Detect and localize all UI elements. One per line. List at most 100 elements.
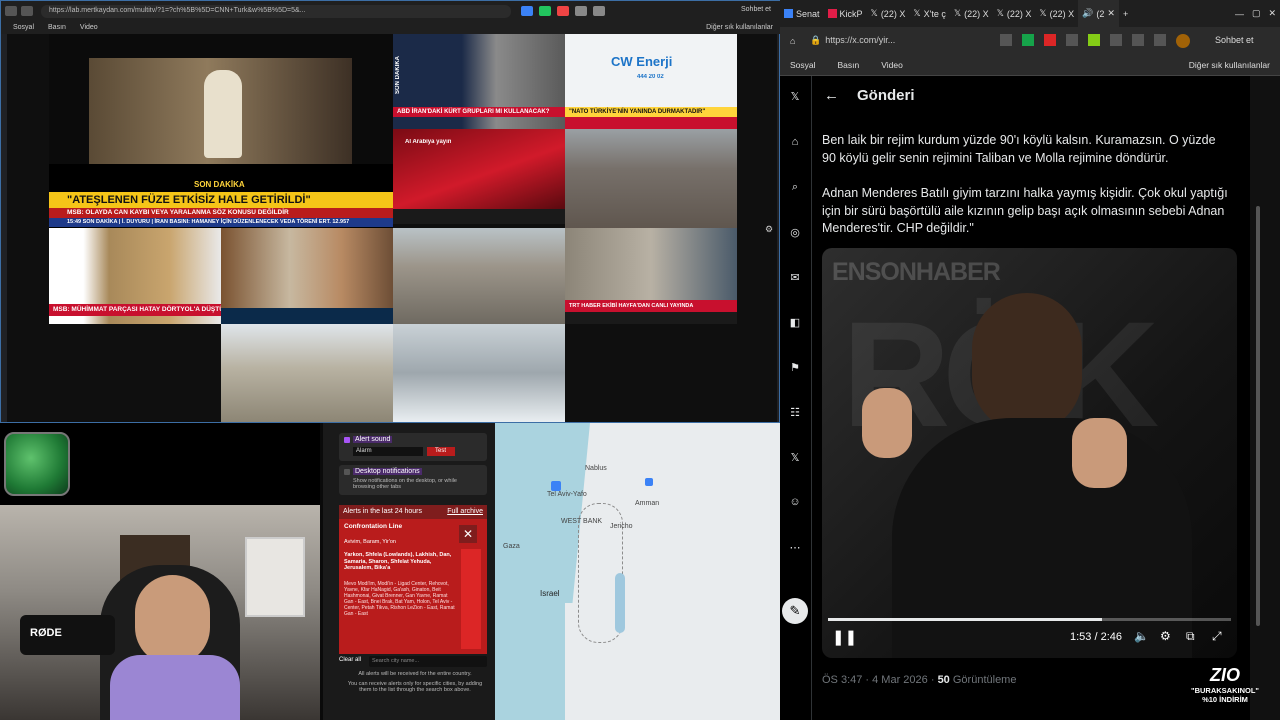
post-detail: ← Gönderi Ben laik bir rejim kurdum yüzd… xyxy=(812,76,1250,720)
new-tab-button[interactable]: + xyxy=(1119,0,1132,27)
alert-map[interactable]: Tel Aviv-Yafo Amman WEST BANK Gaza Israe… xyxy=(495,423,780,720)
extension-icon[interactable] xyxy=(1022,34,1034,46)
extension-icon[interactable] xyxy=(1000,34,1012,46)
alert-sound-checkbox[interactable] xyxy=(344,437,350,443)
tv-tile-street-cam[interactable] xyxy=(393,228,565,324)
desktop-notifications-checkbox[interactable] xyxy=(344,469,350,475)
premium-icon[interactable]: 𝕏 xyxy=(788,451,802,465)
clear-all-button[interactable]: Clear all xyxy=(339,657,369,667)
person-hoodie xyxy=(110,655,240,720)
bookmark-basin[interactable]: Basın xyxy=(48,24,66,31)
extension-icon[interactable] xyxy=(1044,34,1056,46)
home-icon[interactable]: ⌂ xyxy=(788,136,802,150)
close-window-icon[interactable]: ✕ xyxy=(1264,0,1280,27)
tile-ticker xyxy=(565,312,737,324)
tab-kick[interactable]: KickP xyxy=(824,0,867,27)
post-timestamp[interactable]: ÖS 3:47 · 4 Mar 2026 · xyxy=(822,674,938,686)
tv-tile-multi-cam[interactable] xyxy=(393,324,565,422)
extension-icon[interactable] xyxy=(1132,34,1144,46)
tile-headline: MSB: MÜHİMMAT PARÇASI HATAY DÖRTYOL'A DÜ… xyxy=(49,304,221,316)
communities-icon[interactable]: ☷ xyxy=(788,406,802,420)
bookmark-sosyal[interactable]: Sosyal xyxy=(790,60,816,70)
tab-x-3[interactable]: 𝕏 (22) X xyxy=(950,0,993,27)
tv-tile-drama[interactable] xyxy=(49,34,393,164)
tv-tile-son-dakika-banner[interactable]: SON DAKİKA "ATEŞLENEN FÜZE ETKİSİZ HALE … xyxy=(49,164,393,228)
bookmark-basin[interactable]: Basın xyxy=(838,60,860,70)
bookmark-other[interactable]: Diğer sık kullanılanlar xyxy=(1189,60,1270,70)
desktop-notifications-box: Desktop notifications Show notifications… xyxy=(339,465,487,495)
alert-marker[interactable] xyxy=(551,481,561,491)
left-address-bar[interactable]: https://lab.mertkaydan.com/multitv/?1=?c… xyxy=(41,5,511,18)
tile-son-dakika: SON DAKİKA xyxy=(395,55,401,94)
tab-x-2[interactable]: 𝕏 X'te ç xyxy=(909,0,950,27)
tab-x-4[interactable]: 𝕏 (22) X xyxy=(993,0,1036,27)
alarm-select[interactable]: Alarm xyxy=(353,447,423,456)
extension-icon[interactable] xyxy=(593,6,605,16)
post-views-count: 50 xyxy=(937,674,950,686)
tv-tile-city-aerial[interactable] xyxy=(565,129,737,229)
avatar[interactable] xyxy=(1176,34,1190,48)
right-chat-button[interactable]: Sohbet et xyxy=(1215,35,1254,45)
tv-tile-panel-guests[interactable] xyxy=(221,228,393,324)
tv-tile-al-arabiya[interactable]: Al Arabiya yayın xyxy=(393,129,565,224)
scrollbar-thumb[interactable] xyxy=(1256,206,1260,626)
pause-icon[interactable]: ❚❚ xyxy=(832,628,857,646)
tab-x-5[interactable]: 𝕏 (22) X xyxy=(1035,0,1078,27)
alert-list: Confrontation Line Avivim, Baram, Yir'on… xyxy=(339,519,487,654)
compose-post-button[interactable]: ✎ xyxy=(782,598,808,624)
x-logo-icon[interactable]: 𝕏 xyxy=(788,90,802,104)
messages-icon[interactable]: ✉ xyxy=(788,271,802,285)
minimize-icon[interactable]: — xyxy=(1231,0,1248,27)
notifications-icon[interactable]: ◎ xyxy=(788,226,802,240)
bookmark-other[interactable]: Diğer sık kullanılanlar xyxy=(706,24,773,31)
volume-icon[interactable]: 🔈 xyxy=(1134,629,1149,643)
right-address-bar[interactable]: 🔒 https://x.com/yir... xyxy=(810,30,990,50)
video-progress-track[interactable] xyxy=(828,618,1231,621)
tv-tile-trt[interactable]: TRT HABER EKİBİ HAYFA'DAN CANLI YAYINDA xyxy=(565,228,737,324)
left-chat-button[interactable]: Sohbet et xyxy=(741,6,771,13)
bookmarks-icon[interactable]: ⚑ xyxy=(788,361,802,375)
bookmark-video[interactable]: Video xyxy=(881,60,903,70)
post-video[interactable]: ENSONHABER RÖK ❚❚ 1:53 / 2:46 🔈 ⚙ ⧉ ⤢ xyxy=(822,248,1237,658)
more-icon[interactable]: ⋯ xyxy=(788,541,802,555)
sponsor-promo-discount: %10 İNDİRİM xyxy=(1202,695,1248,704)
extension-icon[interactable] xyxy=(1066,34,1078,46)
close-icon[interactable]: ✕ xyxy=(1107,8,1115,19)
tab-senat[interactable]: Senat xyxy=(780,0,824,27)
tab-favicon[interactable] xyxy=(21,6,33,16)
full-archive-link[interactable]: Full archive xyxy=(447,508,483,515)
city-search-input[interactable]: Search city name... xyxy=(369,656,487,667)
tv-tile-abd-iran[interactable]: ABD İRAN'DAKİ KÜRT GRUPLARI MI KULLANACA… xyxy=(393,34,565,129)
extension-icon[interactable] xyxy=(557,6,569,16)
extension-icon[interactable] xyxy=(521,6,533,16)
tv-tile-cw-enerji[interactable]: CW Enerji 444 20 02 "NATO TÜRKİYE'NİN YA… xyxy=(565,34,737,129)
profile-icon[interactable]: ☺ xyxy=(788,496,802,510)
bookmark-video[interactable]: Video xyxy=(80,24,98,31)
extension-icon[interactable] xyxy=(1154,34,1166,46)
tab-active[interactable]: 🔊 (2 ✕ xyxy=(1078,0,1119,27)
page-scrollbar[interactable] xyxy=(1250,76,1280,720)
bookmark-sosyal[interactable]: Sosyal xyxy=(13,24,34,31)
extension-icon[interactable] xyxy=(1110,34,1122,46)
test-button[interactable]: Test xyxy=(427,447,455,456)
maximize-icon[interactable]: ▢ xyxy=(1248,0,1265,27)
search-icon[interactable]: ⌕ xyxy=(788,181,802,195)
fullscreen-icon[interactable]: ⤢ xyxy=(1212,629,1222,644)
last24-header: Alerts in the last 24 hours Full archive xyxy=(339,505,487,519)
settings-icon[interactable]: ⚙ xyxy=(1160,629,1171,643)
extension-icon[interactable] xyxy=(539,6,551,16)
alert-marker[interactable] xyxy=(645,478,653,486)
extension-icon[interactable] xyxy=(575,6,587,16)
tab-favicon[interactable] xyxy=(5,6,17,16)
pip-icon[interactable]: ⧉ xyxy=(1186,629,1195,644)
gear-icon[interactable]: ⚙ xyxy=(765,224,775,234)
extension-icon[interactable] xyxy=(1088,34,1100,46)
back-arrow-icon[interactable]: ← xyxy=(824,87,839,104)
close-icon[interactable]: ✕ xyxy=(459,525,477,543)
list-scrollbar[interactable] xyxy=(461,549,481,649)
tv-tile-jerusalem-cam[interactable] xyxy=(221,324,393,422)
grok-icon[interactable]: ◧ xyxy=(788,316,802,330)
tv-tile-msb[interactable]: MSB: MÜHİMMAT PARÇASI HATAY DÖRTYOL'A DÜ… xyxy=(49,228,221,324)
tab-x-1[interactable]: 𝕏 (22) X xyxy=(867,0,910,27)
home-icon[interactable]: ⌂ xyxy=(790,36,795,46)
